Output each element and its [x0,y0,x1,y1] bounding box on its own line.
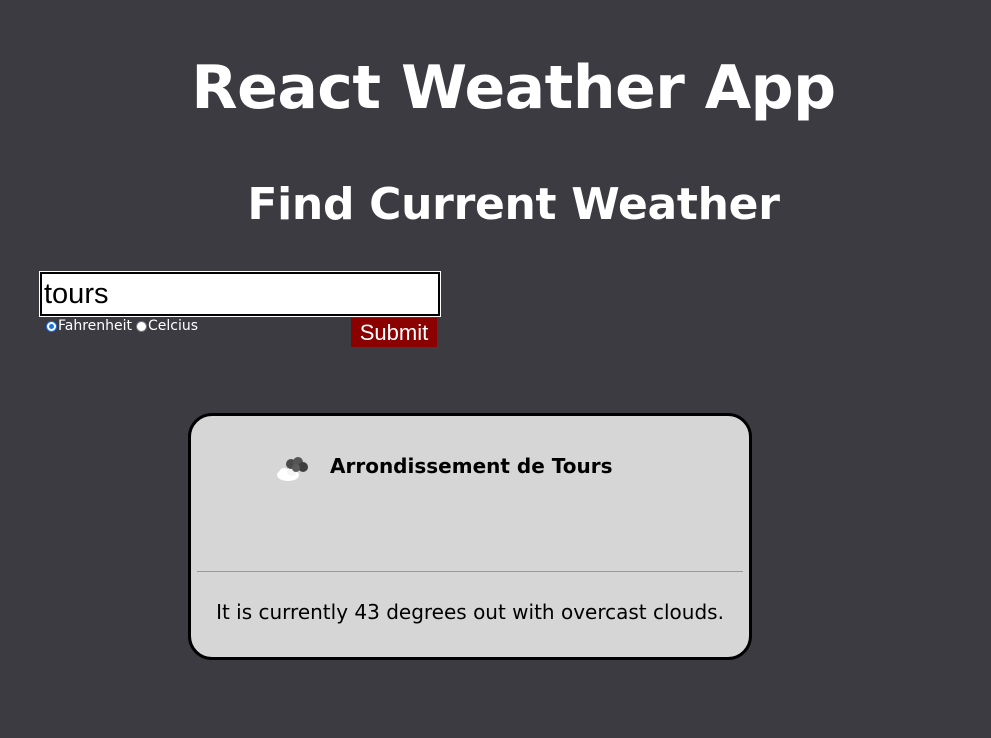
celcius-radio[interactable] [136,320,148,332]
overcast-clouds-icon [274,453,310,483]
weather-card: Arrondissement de Tours It is currently … [188,413,752,660]
page-subtitle: Find Current Weather [247,179,780,230]
submit-button[interactable]: Submit [351,318,437,347]
card-divider [197,571,743,572]
fahrenheit-radio[interactable] [46,320,57,332]
weather-description: It is currently 43 degrees out with over… [216,600,724,624]
celcius-label[interactable]: Celcius [148,318,198,334]
city-name: Arrondissement de Tours [330,454,613,478]
app-title: React Weather App [191,53,836,123]
fahrenheit-label[interactable]: Fahrenheit [58,318,132,334]
search-input[interactable] [39,271,441,317]
unit-selector: Fahrenheit Celcius [44,318,200,334]
